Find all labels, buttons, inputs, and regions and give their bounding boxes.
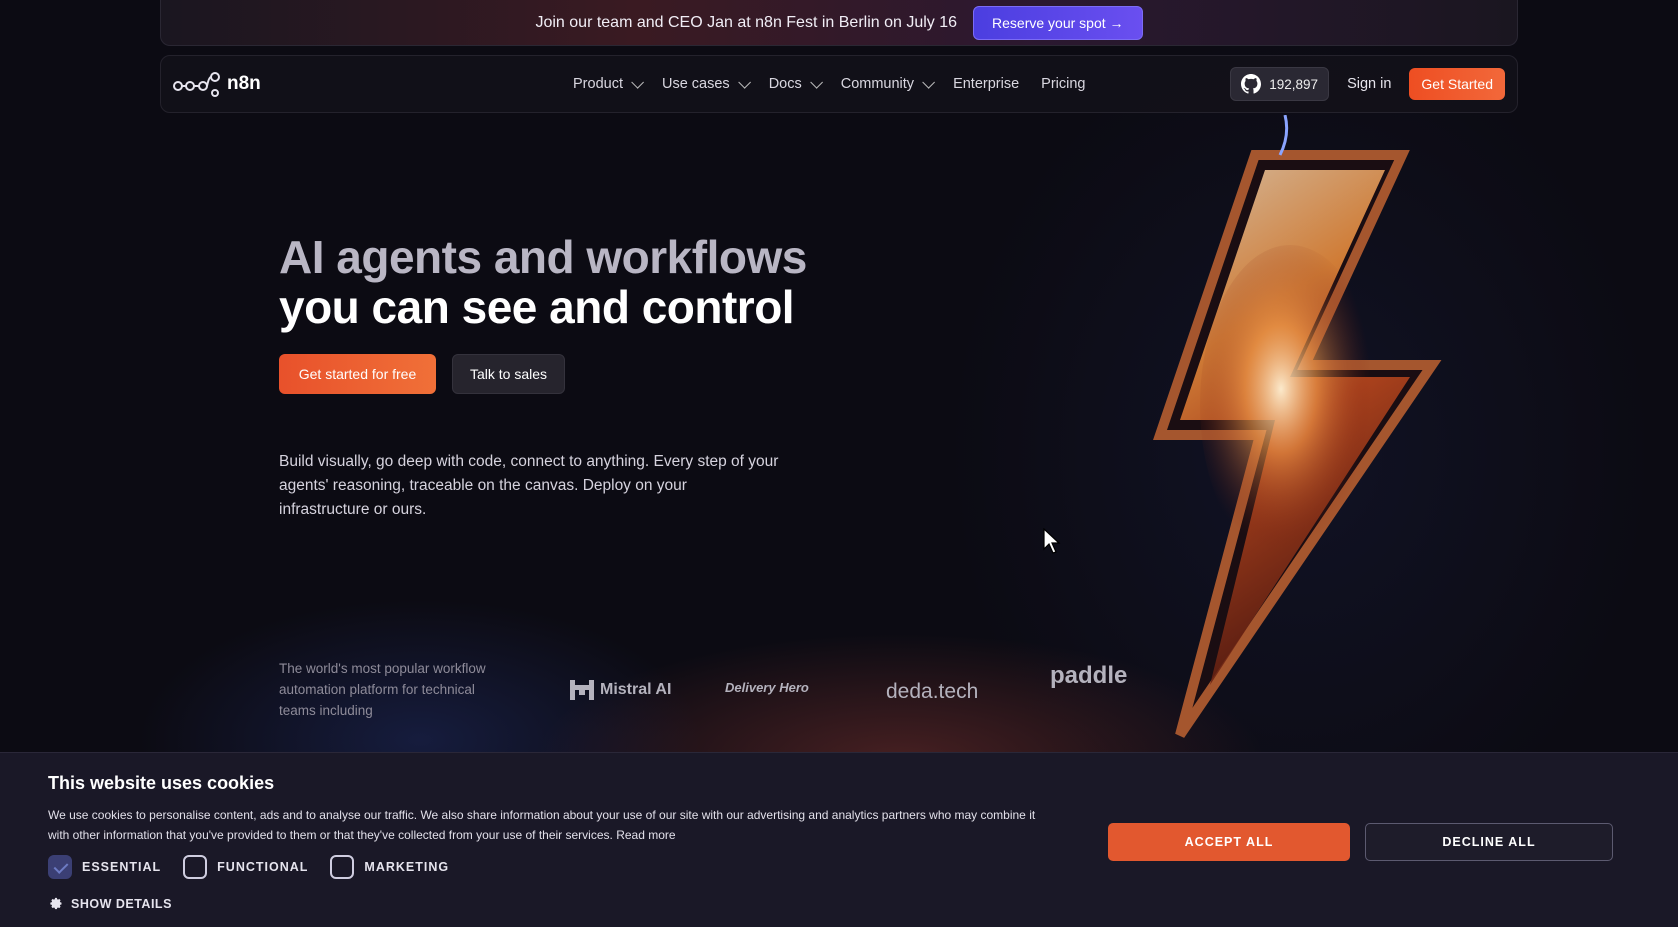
nav-item-docs[interactable]: Docs — [768, 75, 823, 92]
consent-label: MARKETING — [364, 860, 450, 874]
hero-description: Build visually, go deep with code, conne… — [279, 453, 779, 518]
nav-item-pricing[interactable]: Pricing — [1041, 76, 1085, 92]
main-navbar: n8n Product Use cases Docs Community Ent… — [160, 55, 1518, 113]
announcement-text: Join our team and CEO Jan at n8n Fest in… — [535, 13, 958, 31]
consent-label: FUNCTIONAL — [217, 860, 309, 874]
consent-options: ESSENTIAL FUNCTIONAL MARKETING — [48, 855, 449, 879]
reserve-spot-button[interactable]: Reserve your spot → — [973, 5, 1143, 40]
show-details-toggle[interactable]: SHOW DETAILS — [48, 896, 172, 911]
trust-text: The world's most popular workflow automa… — [279, 661, 486, 718]
github-stars-button[interactable]: 192,897 — [1230, 67, 1330, 101]
n8n-logo[interactable]: n8n — [173, 71, 261, 97]
announcement-bar: Join our team and CEO Jan at n8n Fest in… — [160, 0, 1518, 46]
brand-deda-tech: deda.tech — [886, 680, 979, 703]
nav-item-community[interactable]: Community — [840, 75, 936, 92]
get-started-nav-button[interactable]: Get Started — [1409, 68, 1505, 100]
mistral-logo-icon — [570, 680, 594, 700]
chevron-down-icon — [737, 75, 751, 89]
lightning-bolt-illustration — [1153, 115, 1442, 738]
consent-marketing[interactable]: MARKETING — [330, 855, 449, 879]
talk-to-sales-button[interactable]: Talk to sales — [452, 354, 565, 394]
chevron-down-icon — [809, 75, 823, 89]
brand-mistral-ai: Mistral AI — [570, 680, 671, 700]
n8n-logo-icon — [173, 72, 220, 97]
logo-text: n8n — [227, 73, 261, 94]
accept-all-button[interactable]: ACCEPT ALL — [1108, 823, 1350, 861]
marketing-checkbox[interactable] — [330, 855, 355, 879]
cookie-body: We use cookies to personalise content, a… — [48, 805, 1038, 845]
github-stars-count: 192,897 — [1269, 76, 1319, 92]
sign-in-link[interactable]: Sign in — [1347, 76, 1391, 92]
nav-links: Product Use cases Docs Community Enterpr… — [573, 75, 1085, 92]
nav-label: Community — [840, 76, 915, 92]
chevron-down-icon — [631, 75, 644, 89]
brand-paddle: paddle — [1050, 662, 1128, 689]
functional-checkbox[interactable] — [183, 855, 208, 879]
nav-item-product[interactable]: Product — [573, 75, 644, 92]
nav-right: 192,897 Sign in Get Started — [1230, 67, 1505, 101]
essential-checkbox[interactable] — [48, 855, 72, 879]
get-started-free-button[interactable]: Get started for free — [279, 354, 436, 394]
cookie-title: This website uses cookies — [48, 773, 275, 793]
nav-label: Product — [573, 76, 623, 92]
hero-title: AI agents and workflows you can see and … — [279, 232, 807, 332]
hero-title-line2: you can see and control — [279, 281, 795, 333]
github-icon — [1241, 74, 1262, 94]
read-more-link[interactable]: Read more — [616, 828, 675, 842]
consent-label: ESSENTIAL — [82, 860, 162, 874]
decline-all-button[interactable]: DECLINE ALL — [1365, 823, 1613, 861]
nav-label: Use cases — [661, 76, 730, 92]
nav-label: Docs — [768, 76, 802, 92]
nav-item-use-cases[interactable]: Use cases — [661, 75, 751, 92]
brand-delivery-hero: Delivery Hero — [725, 680, 809, 695]
customer-logos: Mistral AI Delivery Hero deda.tech paddl… — [570, 662, 1170, 718]
consent-essential[interactable]: ESSENTIAL — [48, 855, 161, 879]
nav-label: Enterprise — [953, 76, 1020, 92]
brand-name: Mistral AI — [600, 681, 672, 698]
gear-icon — [50, 897, 62, 910]
cookie-body-text: We use cookies to personalise content, a… — [48, 808, 1036, 842]
mouse-cursor-icon — [1043, 528, 1061, 554]
cookie-banner: This website uses cookies We use cookies… — [0, 752, 1678, 927]
show-details-label: SHOW DETAILS — [71, 896, 172, 911]
chevron-down-icon — [922, 75, 936, 89]
hero-title-line1: AI agents and workflows — [279, 231, 807, 283]
nav-label: Pricing — [1041, 76, 1086, 92]
nav-item-enterprise[interactable]: Enterprise — [953, 76, 1019, 92]
consent-functional[interactable]: FUNCTIONAL — [183, 855, 308, 879]
